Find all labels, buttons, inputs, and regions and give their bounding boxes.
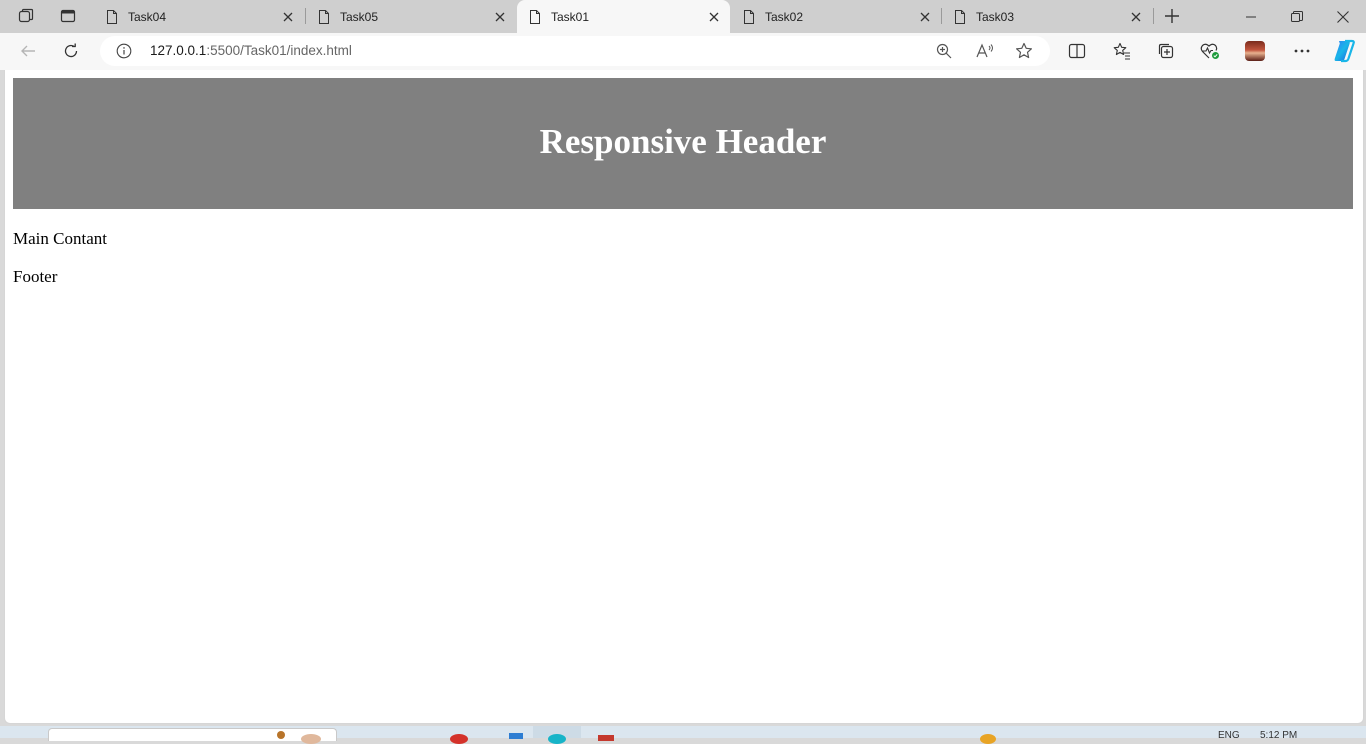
tab-task03[interactable]: Task03	[942, 0, 1152, 33]
tab-label: Task05	[340, 9, 379, 24]
search-highlight-icon	[301, 734, 321, 744]
taskbar-app-icon[interactable]	[509, 733, 523, 739]
minimize-button[interactable]	[1228, 0, 1274, 33]
settings-more-button[interactable]	[1286, 36, 1318, 66]
page-icon	[530, 9, 540, 24]
tab-close-button[interactable]	[913, 5, 937, 29]
page-title: Responsive Header	[539, 122, 827, 161]
page-icon	[319, 9, 329, 24]
page-icon	[955, 9, 965, 24]
tab-divider	[1153, 8, 1154, 24]
close-icon	[283, 12, 293, 21]
close-icon	[1337, 10, 1349, 23]
refresh-button[interactable]	[55, 36, 87, 66]
browser-toolbar: 127.0.0.1:5500/Task01/index.html	[0, 33, 1366, 70]
minimize-icon	[1246, 16, 1256, 17]
weather-icon[interactable]	[980, 734, 996, 744]
workspaces-button[interactable]	[12, 4, 40, 28]
taskbar-app-icon[interactable]	[548, 734, 566, 744]
more-options-icon	[1294, 49, 1310, 53]
tab-task04[interactable]: Task04	[94, 0, 304, 33]
workspaces-icon	[18, 8, 34, 23]
restore-icon	[1291, 10, 1303, 22]
browser-essentials-button[interactable]	[1194, 36, 1226, 66]
close-icon	[920, 12, 930, 21]
page-icon	[107, 9, 117, 24]
tab-strip: Task04 Task05 Task01 Task02 Task03	[0, 0, 1366, 33]
tab-actions-icon	[60, 9, 76, 23]
read-aloud-button[interactable]	[974, 41, 996, 61]
tab-close-button[interactable]	[276, 5, 300, 29]
tab-task02[interactable]: Task02	[731, 0, 941, 33]
tab-task01[interactable]: Task01	[517, 0, 730, 33]
tab-actions-button[interactable]	[54, 4, 82, 28]
page-icon	[744, 9, 754, 24]
tab-close-button[interactable]	[488, 5, 512, 29]
tab-close-button[interactable]	[702, 5, 726, 29]
url-path: :5500/Task01/index.html	[206, 43, 352, 58]
close-icon	[1131, 12, 1141, 21]
star-icon	[1016, 42, 1032, 59]
favorite-button[interactable]	[1013, 41, 1035, 61]
url-text[interactable]: 127.0.0.1:5500/Task01/index.html	[150, 36, 352, 66]
back-arrow-icon	[21, 45, 35, 57]
language-indicator[interactable]: ENG	[1218, 731, 1240, 741]
heart-pulse-icon	[1200, 43, 1219, 59]
page-viewport: Responsive Header Main Contant Footer	[4, 70, 1364, 724]
back-button[interactable]	[12, 36, 44, 66]
favorites-list-icon	[1113, 42, 1130, 60]
info-icon[interactable]	[116, 43, 132, 59]
plus-icon	[1165, 9, 1179, 23]
taskbar-app-icon[interactable]	[450, 734, 468, 744]
favorites-button[interactable]	[1106, 36, 1138, 66]
address-bar[interactable]: 127.0.0.1:5500/Task01/index.html	[100, 36, 1050, 66]
collections-button[interactable]	[1150, 36, 1182, 66]
split-screen-icon	[1068, 43, 1086, 59]
split-screen-button[interactable]	[1061, 36, 1093, 66]
taskbar-search-box[interactable]	[48, 728, 337, 741]
tab-close-button[interactable]	[1124, 5, 1148, 29]
tab-task05[interactable]: Task05	[306, 0, 516, 33]
profile-avatar[interactable]	[1245, 41, 1265, 61]
copilot-button[interactable]	[1331, 39, 1357, 63]
taskbar: ENG 5:12 PM	[0, 726, 1366, 744]
taskbar-app-icon[interactable]	[598, 735, 614, 741]
tab-label: Task02	[765, 9, 804, 24]
refresh-icon	[64, 43, 78, 58]
clock[interactable]: 5:12 PM	[1260, 731, 1297, 741]
tab-label: Task04	[128, 9, 167, 24]
zoom-button[interactable]	[933, 41, 955, 61]
main-content-text: Main Contant	[13, 229, 107, 248]
close-icon	[709, 12, 719, 21]
collections-icon	[1158, 43, 1174, 59]
copilot-icon	[1334, 39, 1355, 63]
read-aloud-icon	[976, 43, 993, 58]
tab-label: Task01	[551, 9, 590, 24]
page-header: Responsive Header	[13, 78, 1353, 209]
footer-text: Footer	[13, 267, 58, 286]
url-host: 127.0.0.1	[150, 43, 207, 58]
close-window-button[interactable]	[1320, 0, 1366, 33]
new-tab-button[interactable]	[1159, 4, 1185, 28]
zoom-in-icon	[936, 43, 952, 59]
tab-label: Task03	[976, 9, 1015, 24]
close-icon	[495, 12, 505, 21]
restore-button[interactable]	[1274, 0, 1320, 33]
